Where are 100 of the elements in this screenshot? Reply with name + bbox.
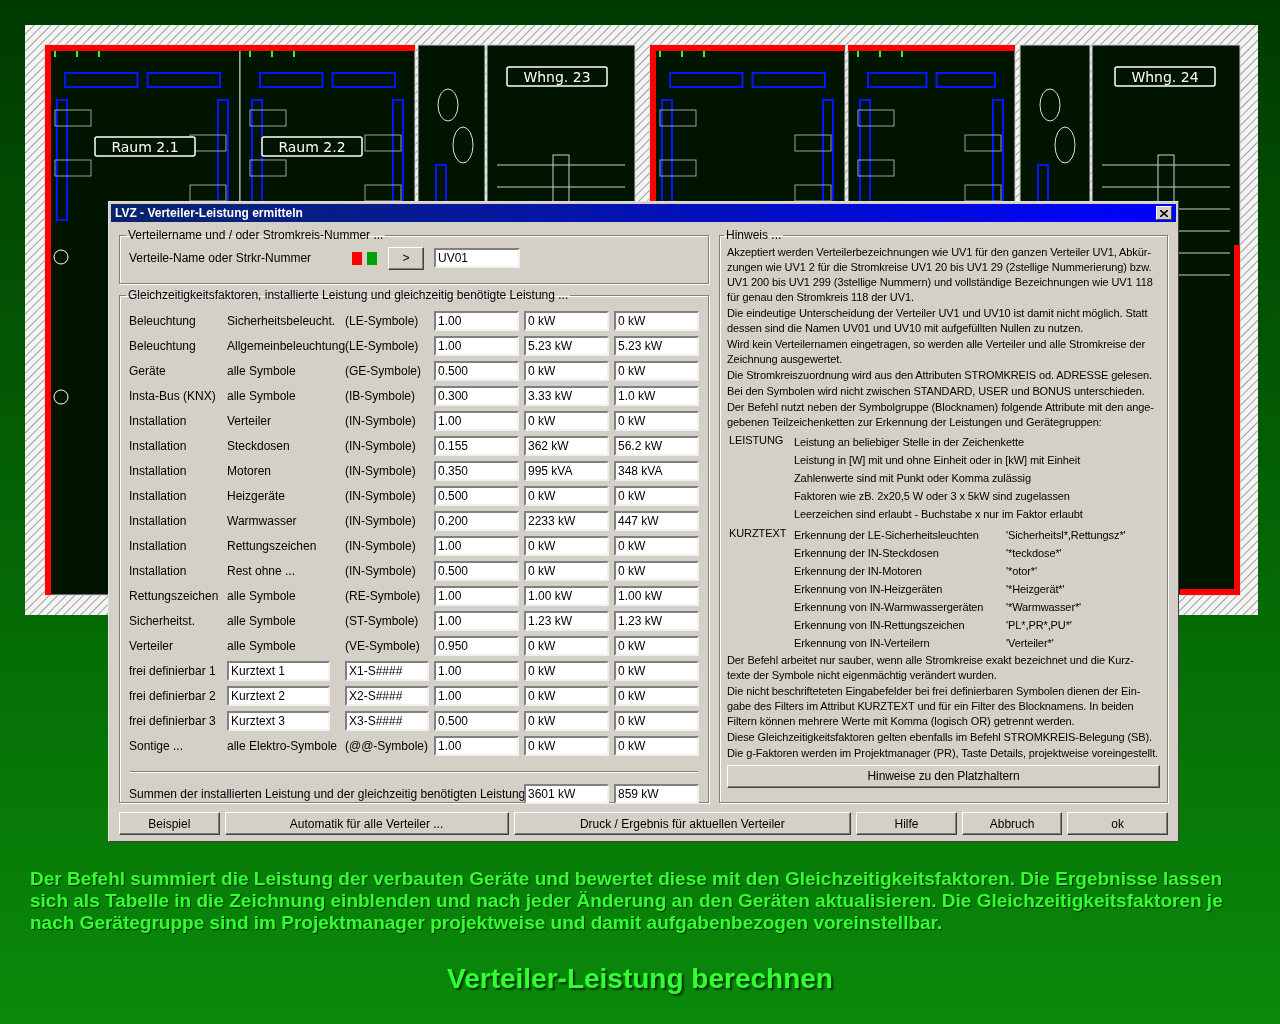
symbol-group-label: (LE-Symbole) bbox=[345, 337, 420, 355]
factor-field[interactable]: 1.00 bbox=[434, 610, 519, 631]
installed-power-field[interactable]: 0 kW bbox=[524, 360, 609, 381]
room-label: Whng. 24 bbox=[1114, 66, 1216, 87]
type-label: Motoren bbox=[227, 462, 273, 480]
hint-paragraph: Die g-Faktoren werden im Projektmanager (PR), Taste Details, projektweise voreingestellt. bbox=[727, 746, 1160, 761]
factor-field[interactable]: 1.00 bbox=[434, 585, 519, 606]
factor-field[interactable]: 1.00 bbox=[434, 535, 519, 556]
factor-field[interactable]: 0.500 bbox=[434, 485, 519, 506]
type-label: alle Symbole bbox=[227, 362, 297, 380]
factor-field[interactable]: 1.00 bbox=[434, 410, 519, 431]
installed-power-field[interactable]: 0 kW bbox=[524, 310, 609, 331]
installed-power-field[interactable]: 0 kW bbox=[524, 685, 609, 706]
installed-power-field[interactable]: 995 kVA bbox=[524, 460, 609, 481]
attribute-description: Erkennung von IN-Heizgeräten bbox=[794, 581, 944, 597]
required-power-field[interactable]: 0 kW bbox=[614, 635, 699, 656]
dialog-button[interactable]: Automatik für alle Verteiler ... bbox=[224, 812, 509, 835]
required-power-field[interactable]: 0 kW bbox=[614, 360, 699, 381]
installed-power-field[interactable]: 0 kW bbox=[524, 660, 609, 681]
installed-power-field[interactable]: 0 kW bbox=[524, 635, 609, 656]
required-power-field[interactable]: 5.23 kW bbox=[614, 335, 699, 356]
factor-field[interactable]: 1.00 bbox=[434, 685, 519, 706]
type-label: Sicherheitsbeleucht. bbox=[227, 312, 337, 330]
type-label: alle Symbole bbox=[227, 387, 297, 405]
required-power-field[interactable]: 1.00 kW bbox=[614, 585, 699, 606]
required-power-field[interactable]: 0 kW bbox=[614, 710, 699, 731]
installed-power-field[interactable]: 2233 kW bbox=[524, 510, 609, 531]
required-power-field[interactable]: 0 kW bbox=[614, 485, 699, 506]
factor-field[interactable]: 0.950 bbox=[434, 635, 519, 656]
required-power-field[interactable]: 0 kW bbox=[614, 685, 699, 706]
group-label: frei definierbar 1 bbox=[129, 662, 217, 680]
attribute-description: Leistung an beliebiger Stelle in der Zeichenkette bbox=[794, 434, 1024, 450]
group-label: Installation bbox=[129, 487, 188, 505]
dialog-button[interactable]: Hilfe bbox=[856, 812, 957, 835]
group-title: Hinweis ... bbox=[725, 228, 783, 242]
factor-field[interactable]: 0.500 bbox=[434, 360, 519, 381]
installed-power-field[interactable]: 3.33 kW bbox=[524, 385, 609, 406]
factor-field[interactable]: 1.00 bbox=[434, 310, 519, 331]
block-filter-field[interactable]: X1-S#### bbox=[345, 660, 429, 681]
room-label: Raum 2.2 bbox=[261, 136, 363, 157]
required-power-field[interactable]: 348 kVA bbox=[614, 460, 699, 481]
type-label: alle Symbole bbox=[227, 637, 297, 655]
factor-field[interactable]: 0.200 bbox=[434, 510, 519, 531]
hint-paragraph: Der Befehl arbeitet nur sauber, wenn alle Stromkreise exakt bezeichnet und die Kurz- texte der Symbole nicht eigenmächtig verändert wurden. bbox=[727, 653, 1135, 683]
installed-power-field[interactable]: 0 kW bbox=[524, 535, 609, 556]
required-power-field[interactable]: 0 kW bbox=[614, 560, 699, 581]
required-power-field[interactable]: 1.0 kW bbox=[614, 385, 699, 406]
factor-field[interactable]: 0.500 bbox=[434, 560, 519, 581]
attribute-description: Faktoren wie zB. 2x20,5 W oder 3 x 5kW sind zugelassen bbox=[794, 488, 1070, 504]
factor-field[interactable]: 1.00 bbox=[434, 735, 519, 756]
dialog-button[interactable]: Abbruch bbox=[961, 812, 1063, 835]
attribute-description: Erkennung von IN-Warmwassergeräten bbox=[794, 599, 985, 615]
symbol-group-label: (VE-Symbole) bbox=[345, 637, 421, 655]
installed-power-field[interactable]: 1.00 kW bbox=[524, 585, 609, 606]
required-power-field[interactable]: 0 kW bbox=[614, 660, 699, 681]
symbol-group-label: (IN-Symbole) bbox=[345, 462, 417, 480]
factor-field[interactable]: 0.350 bbox=[434, 460, 519, 481]
pick-button[interactable]: > bbox=[388, 246, 424, 270]
short-text-field[interactable]: Kurztext 2 bbox=[227, 685, 330, 706]
factor-field[interactable]: 1.00 bbox=[434, 335, 519, 356]
block-filter-field[interactable]: X2-S#### bbox=[345, 685, 429, 706]
short-text-field[interactable]: Kurztext 1 bbox=[227, 660, 330, 681]
installed-power-field[interactable]: 0 kW bbox=[524, 735, 609, 756]
installed-power-field[interactable]: 362 kW bbox=[524, 435, 609, 456]
installed-power-field[interactable]: 0 kW bbox=[524, 410, 609, 431]
installed-power-field[interactable]: 0 kW bbox=[524, 710, 609, 731]
close-button[interactable] bbox=[1156, 206, 1172, 220]
required-power-field[interactable]: 0 kW bbox=[614, 735, 699, 756]
hint-paragraph: Die eindeutige Unterscheidung der Verteiler UV1 und UV10 ist damit nicht möglich. Statt dessen sind die Namen UV01 und UV10 mit aufgefüllten Nullen zu nutzen. bbox=[727, 306, 1149, 336]
dialog-button[interactable]: Beispiel bbox=[119, 812, 220, 835]
sum-label: Summen der installierten Leistung und der gleichzeitig benötigten Leistung bbox=[129, 786, 524, 803]
placeholder-hints-button[interactable]: Hinweise zu den Platzhaltern bbox=[727, 765, 1160, 788]
hint-paragraph: Der Befehl nutzt neben der Symbolgruppe (Blocknamen) folgende Attribute mit den ange- gebenen Teilzeichenketten zur Erkennung der Leistungen und Gerätegruppen: bbox=[727, 400, 1155, 430]
dialog-button[interactable]: ok bbox=[1067, 812, 1168, 835]
required-power-field[interactable]: 1.23 kW bbox=[614, 610, 699, 631]
required-power-field[interactable]: 0 kW bbox=[614, 310, 699, 331]
installed-power-field[interactable]: 5.23 kW bbox=[524, 335, 609, 356]
installed-power-field[interactable]: 0 kW bbox=[524, 560, 609, 581]
distributor-label: Verteile-Name oder Strkr-Nummer bbox=[129, 250, 313, 267]
installed-power-field[interactable]: 0 kW bbox=[524, 485, 609, 506]
installed-power-field[interactable]: 1.23 kW bbox=[524, 610, 609, 631]
required-power-field[interactable]: 56.2 kW bbox=[614, 435, 699, 456]
attribute-pattern: 'PL*,PR*,PU*' bbox=[1006, 617, 1072, 633]
dialog-button[interactable]: Druck / Ergebnis für aktuellen Verteiler bbox=[513, 812, 852, 835]
distributor-name-field[interactable]: UV01 bbox=[434, 248, 520, 268]
group-label: Insta-Bus (KNX) bbox=[129, 387, 217, 405]
type-label: Rettungszeichen bbox=[227, 537, 318, 555]
required-power-field[interactable]: 0 kW bbox=[614, 410, 699, 431]
factor-field[interactable]: 0.155 bbox=[434, 435, 519, 456]
factor-field[interactable]: 0.300 bbox=[434, 385, 519, 406]
short-text-field[interactable]: Kurztext 3 bbox=[227, 710, 330, 731]
required-power-field[interactable]: 0 kW bbox=[614, 535, 699, 556]
factor-field[interactable]: 1.00 bbox=[434, 660, 519, 681]
factor-field[interactable]: 0.500 bbox=[434, 710, 519, 731]
installed-sum-field[interactable]: 3601 kW bbox=[524, 784, 609, 804]
group-label: Sontige ... bbox=[129, 737, 185, 755]
group-label: Sicherheitst. bbox=[129, 612, 197, 630]
block-filter-field[interactable]: X3-S#### bbox=[345, 710, 429, 731]
required-power-field[interactable]: 447 kW bbox=[614, 510, 699, 531]
required-sum-field[interactable]: 859 kW bbox=[614, 784, 699, 804]
